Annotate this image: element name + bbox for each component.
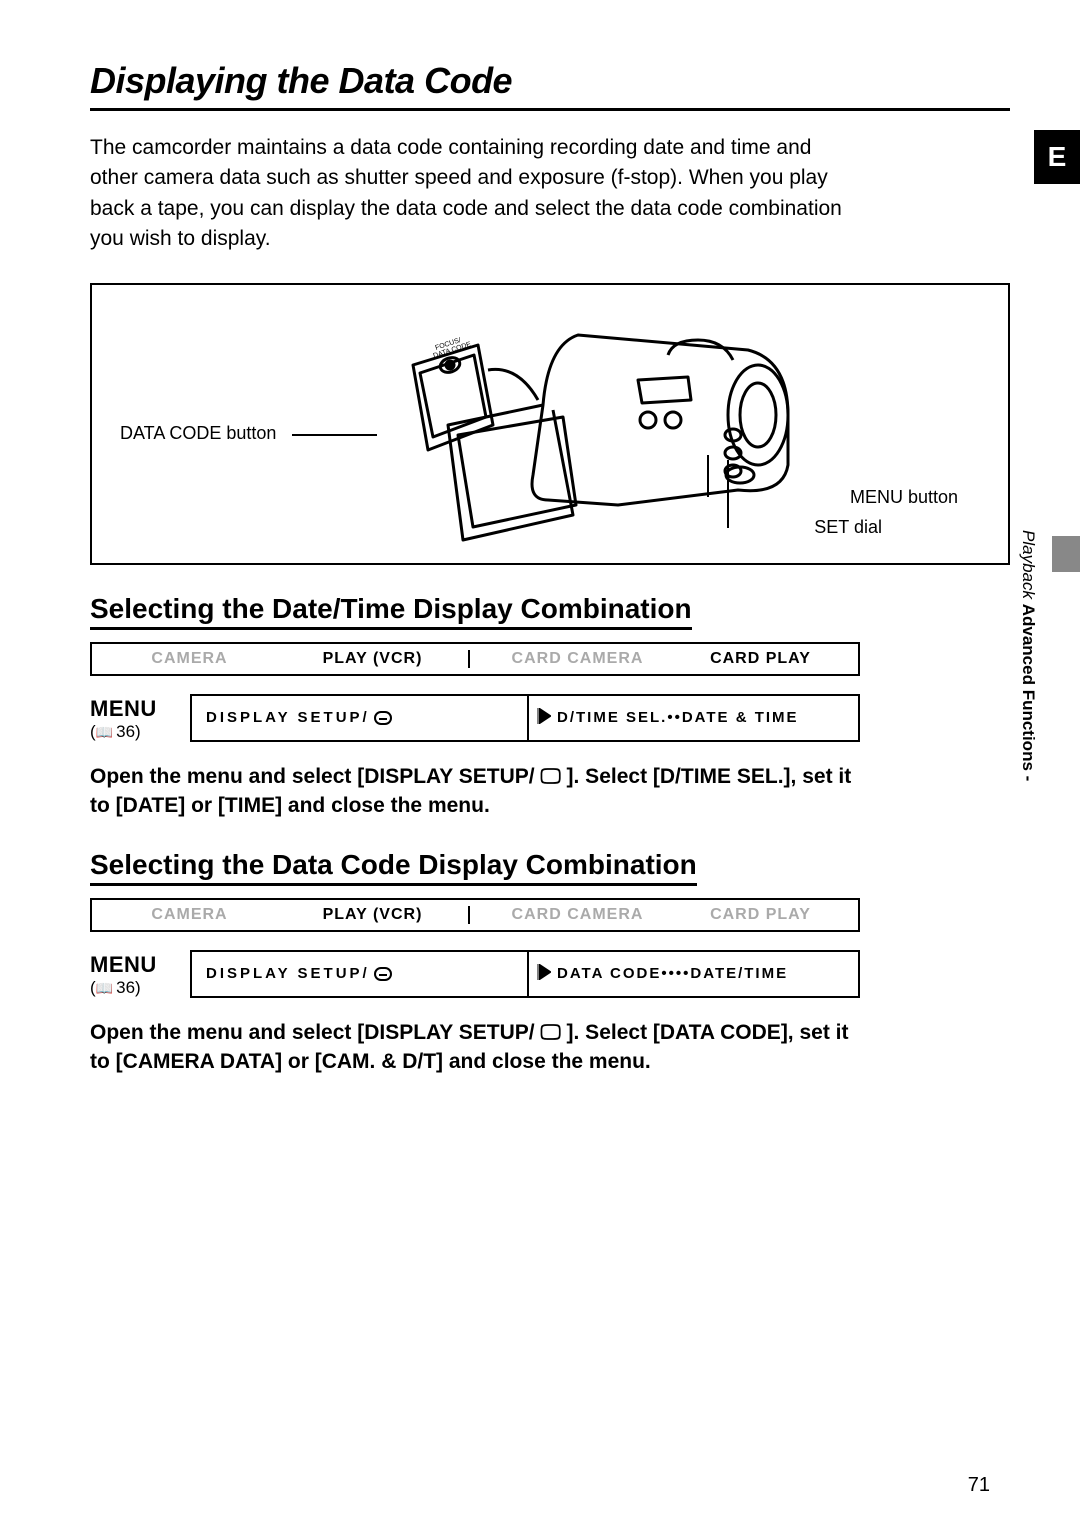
side-category: Playback Advanced Functions - bbox=[1018, 530, 1038, 781]
mode-camera: CAMERA bbox=[102, 650, 277, 668]
menu-button-label: MENU button bbox=[850, 487, 958, 508]
mode-play-vcr: PLAY (VCR) bbox=[285, 906, 460, 924]
mode-row: CAMERA PLAY (VCR) CARD CAMERA CARD PLAY bbox=[90, 898, 860, 932]
menu-path-value: D/TIME SEL.••DATE & TIME bbox=[557, 709, 799, 726]
language-tab: E bbox=[1034, 130, 1080, 184]
menu-path-table: DISPLAY SETUP/ D/TIME SEL.••DATE & TIME bbox=[190, 694, 860, 742]
display-icon bbox=[374, 711, 392, 725]
camcorder-icon: FOCUS/ DATA CODE bbox=[388, 305, 808, 565]
menu-path-value: DATA CODE••••DATE/TIME bbox=[557, 965, 788, 982]
section-heading-datacode: Selecting the Data Code Display Combinat… bbox=[90, 849, 697, 886]
side-sub: Playback bbox=[1019, 530, 1038, 599]
mode-play-vcr: PLAY (VCR) bbox=[285, 650, 460, 668]
menu-path-text: DISPLAY SETUP/ bbox=[206, 965, 370, 982]
mode-card-camera: CARD CAMERA bbox=[468, 906, 665, 924]
menu-path-left: DISPLAY SETUP/ bbox=[192, 696, 527, 740]
menu-path-text: DISPLAY SETUP/ bbox=[206, 709, 370, 726]
mode-card-play: CARD PLAY bbox=[673, 650, 848, 668]
menu-block: MENU (📖36) DISPLAY SETUP/ DATA CODE••••D… bbox=[90, 950, 860, 998]
book-icon: 📖 bbox=[96, 724, 113, 740]
section-heading-datetime: Selecting the Date/Time Display Combinat… bbox=[90, 593, 692, 630]
menu-path-right: DATA CODE••••DATE/TIME bbox=[527, 952, 858, 996]
display-icon bbox=[374, 967, 392, 981]
callout-line bbox=[292, 434, 377, 436]
callout-line bbox=[707, 455, 709, 497]
menu-path-right: D/TIME SEL.••DATE & TIME bbox=[527, 696, 858, 740]
section-marker bbox=[1052, 536, 1080, 572]
camcorder-illustration: FOCUS/ DATA CODE DATA CODE button MENU b… bbox=[90, 283, 1010, 565]
menu-label: MENU (📖36) bbox=[90, 952, 190, 998]
instruction-datetime: Open the menu and select [DISPLAY SETUP/… bbox=[90, 762, 860, 821]
set-dial-label: SET dial bbox=[814, 517, 882, 538]
title-rule bbox=[90, 108, 1010, 111]
page-title: Displaying the Data Code bbox=[90, 60, 1010, 102]
mode-row: CAMERA PLAY (VCR) CARD CAMERA CARD PLAY bbox=[90, 642, 860, 676]
menu-path-table: DISPLAY SETUP/ DATA CODE••••DATE/TIME bbox=[190, 950, 860, 998]
mode-card-camera: CARD CAMERA bbox=[468, 650, 665, 668]
callout-line bbox=[727, 460, 729, 528]
mode-camera: CAMERA bbox=[102, 906, 277, 924]
menu-page-ref: (📖36) bbox=[90, 978, 190, 998]
mode-card-play: CARD PLAY bbox=[673, 906, 848, 924]
menu-path-left: DISPLAY SETUP/ bbox=[192, 952, 527, 996]
instruction-datacode: Open the menu and select [DISPLAY SETUP/… bbox=[90, 1018, 860, 1077]
menu-word: MENU bbox=[90, 696, 190, 722]
menu-ref-num: 36 bbox=[116, 978, 135, 997]
menu-label: MENU (📖36) bbox=[90, 696, 190, 742]
intro-paragraph: The camcorder maintains a data code cont… bbox=[90, 133, 860, 255]
menu-block: MENU (📖36) DISPLAY SETUP/ D/TIME SEL.••D… bbox=[90, 694, 860, 742]
manual-page: E Playback Advanced Functions - Displayi… bbox=[0, 0, 1080, 1533]
page-number: 71 bbox=[968, 1474, 990, 1497]
side-main: Advanced Functions - bbox=[1019, 604, 1038, 782]
book-icon: 📖 bbox=[96, 980, 113, 996]
data-code-button-label: DATA CODE button bbox=[120, 423, 276, 444]
play-arrow-icon bbox=[537, 708, 551, 728]
menu-page-ref: (📖36) bbox=[90, 722, 190, 742]
play-arrow-icon bbox=[537, 964, 551, 984]
menu-word: MENU bbox=[90, 952, 190, 978]
menu-ref-num: 36 bbox=[116, 722, 135, 741]
